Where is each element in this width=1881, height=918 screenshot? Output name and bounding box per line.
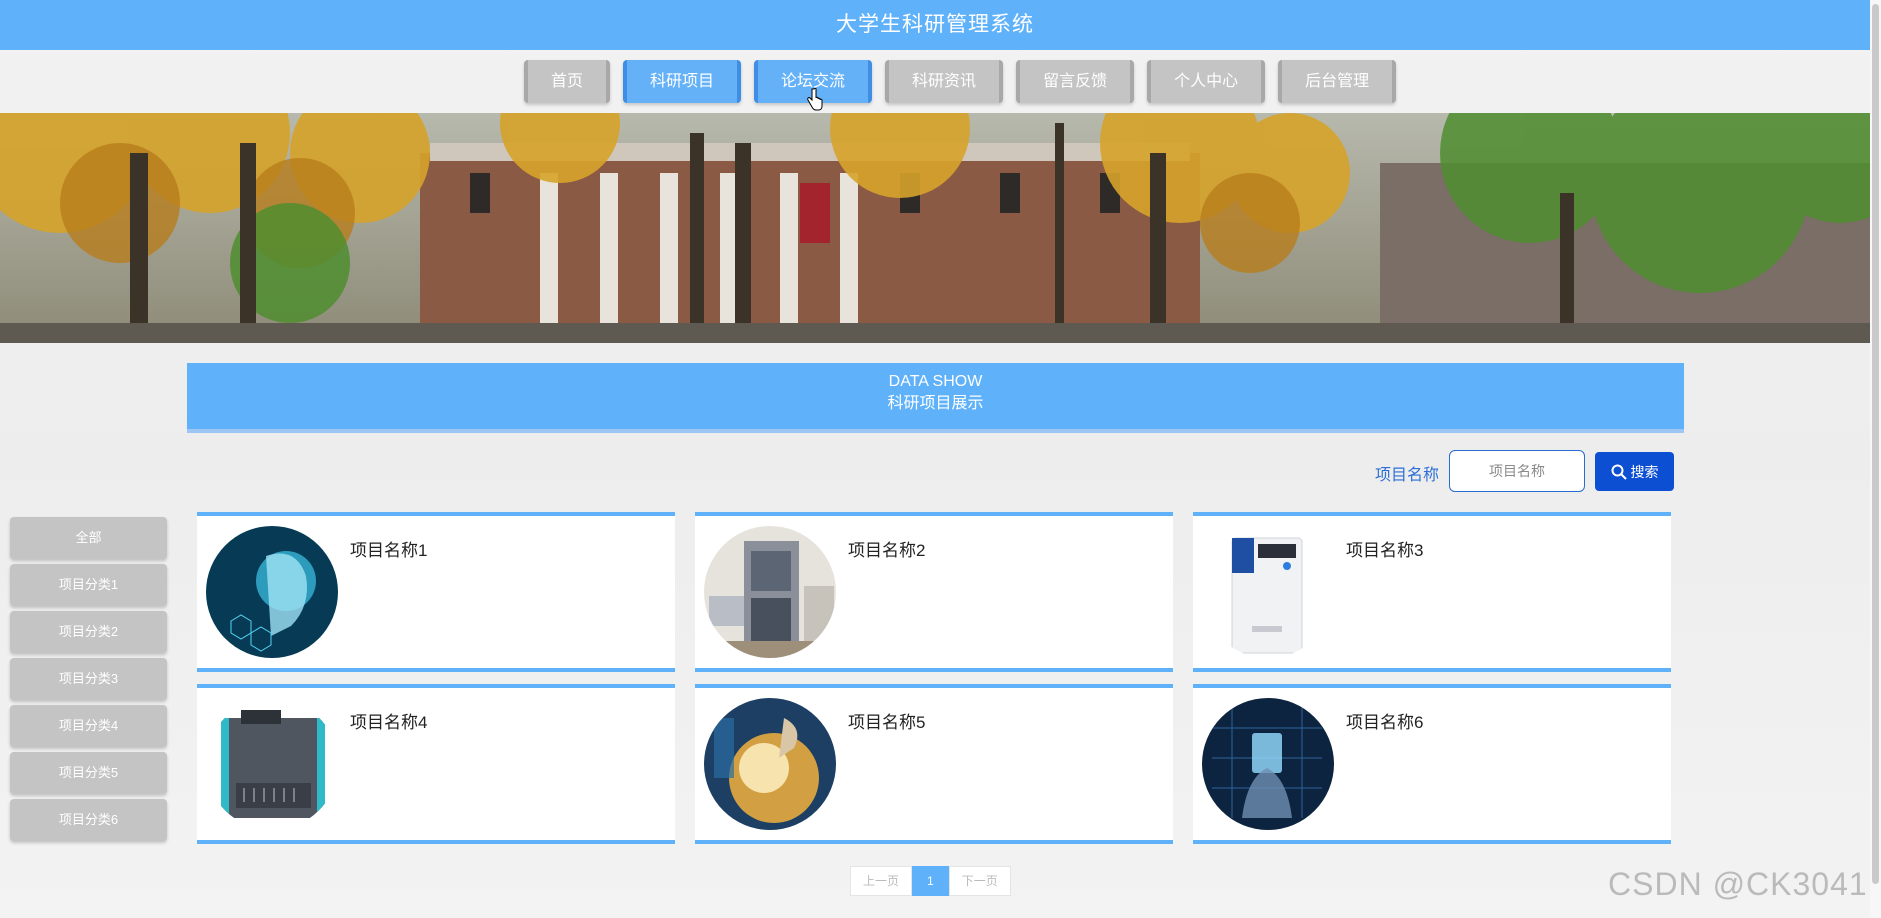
page-scrollbar[interactable] <box>1870 0 1881 918</box>
search-input[interactable] <box>1449 450 1585 492</box>
next-page-button[interactable]: 下一页 <box>948 866 1011 896</box>
project-thumbnail[interactable] <box>704 526 836 658</box>
mouse-pointer-icon <box>807 88 823 111</box>
site-title-bar: 大学生科研管理系统 <box>0 0 1870 50</box>
nav-research-news[interactable]: 科研资讯 <box>885 60 1004 103</box>
scrollbar-thumb[interactable] <box>1872 4 1879 884</box>
project-thumbnail[interactable] <box>1202 526 1334 658</box>
category-all[interactable]: 全部 <box>10 517 167 559</box>
campus-banner-image <box>0 113 1870 343</box>
category-2[interactable]: 项目分类2 <box>10 611 167 653</box>
project-title[interactable]: 项目名称4 <box>350 708 427 733</box>
search-button-label: 搜索 <box>1630 463 1659 480</box>
search-label: 项目名称 <box>1375 467 1440 484</box>
search-icon <box>1611 464 1627 480</box>
category-3[interactable]: 项目分类3 <box>10 658 167 700</box>
digital-hand-image <box>1202 698 1334 830</box>
project-grid: 项目名称1 项目名称2 项目名称3 项目名称4 项目名称5 项目名称6 <box>197 512 1674 844</box>
nav-personal-center[interactable]: 个人中心 <box>1147 60 1266 103</box>
project-title[interactable]: 项目名称6 <box>1346 708 1423 733</box>
nav-research-projects[interactable]: 科研项目 <box>623 60 742 103</box>
lab-glassware-image <box>704 698 836 830</box>
water-purifier-image <box>1202 526 1334 658</box>
ai-robot-head-image <box>206 526 338 658</box>
project-thumbnail[interactable] <box>206 698 338 830</box>
nav-admin[interactable]: 后台管理 <box>1278 60 1397 103</box>
section-title-en: DATA SHOW <box>888 373 983 390</box>
project-title[interactable]: 项目名称3 <box>1346 536 1423 561</box>
category-6[interactable]: 项目分类6 <box>10 799 167 841</box>
category-1[interactable]: 项目分类1 <box>10 564 167 606</box>
project-card[interactable]: 项目名称3 <box>1193 512 1671 672</box>
pcr-machine-image <box>206 698 338 830</box>
project-thumbnail[interactable] <box>1202 698 1334 830</box>
project-card[interactable]: 项目名称6 <box>1193 684 1671 844</box>
csdn-watermark: CSDN @CK3041 <box>1608 866 1868 902</box>
project-card[interactable]: 项目名称4 <box>197 684 675 844</box>
nav-home[interactable]: 首页 <box>524 60 611 103</box>
pagination: 上一页 1 下一页 <box>850 866 1011 896</box>
project-thumbnail[interactable] <box>704 698 836 830</box>
lab-instrument-image <box>704 526 836 658</box>
nav-feedback[interactable]: 留言反馈 <box>1016 60 1135 103</box>
prev-page-button[interactable]: 上一页 <box>850 866 913 896</box>
site-title: 大学生科研管理系统 <box>836 13 1034 36</box>
page-number-current[interactable]: 1 <box>912 866 949 896</box>
project-title[interactable]: 项目名称5 <box>848 708 925 733</box>
campus-autumn-scene <box>0 113 1870 343</box>
project-thumbnail[interactable] <box>206 526 338 658</box>
search-button[interactable]: 搜索 <box>1595 452 1674 491</box>
category-sidebar: 全部 项目分类1 项目分类2 项目分类3 项目分类4 项目分类5 项目分类6 <box>10 517 167 846</box>
category-5[interactable]: 项目分类5 <box>10 752 167 794</box>
project-title[interactable]: 项目名称2 <box>848 536 925 561</box>
project-card[interactable]: 项目名称5 <box>695 684 1173 844</box>
main-nav: 首页 科研项目 论坛交流 科研资讯 留言反馈 个人中心 后台管理 <box>524 60 1397 103</box>
section-title-cn: 科研项目展示 <box>887 395 984 412</box>
project-card[interactable]: 项目名称2 <box>695 512 1173 672</box>
project-card[interactable]: 项目名称1 <box>197 512 675 672</box>
category-4[interactable]: 项目分类4 <box>10 705 167 747</box>
project-title[interactable]: 项目名称1 <box>350 536 427 561</box>
section-header: DATA SHOW 科研项目展示 <box>187 363 1684 429</box>
